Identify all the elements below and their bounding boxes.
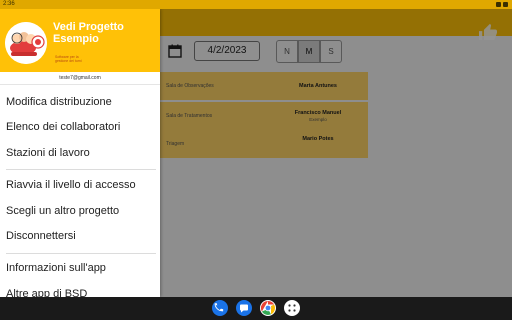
app-drawer-icon[interactable] xyxy=(284,300,300,316)
menu-item-collaborators-list[interactable]: Elenco dei collaboratori xyxy=(6,120,120,134)
menu-item-logout[interactable]: Disconnettersi xyxy=(6,229,76,243)
menu-item-other-apps[interactable]: Altre app di BSD xyxy=(6,287,87,297)
project-title: Vedi Progetto Esempio xyxy=(53,21,157,45)
battery-icon xyxy=(503,2,508,7)
tagline-line: gestione dei turni xyxy=(55,59,82,63)
system-taskbar xyxy=(0,297,512,320)
project-logo-icon xyxy=(5,22,47,64)
menu-item-restart-access-level[interactable]: Riavvia il livello di accesso xyxy=(6,178,136,192)
menu-item-app-info[interactable]: Informazioni sull'app xyxy=(6,261,106,275)
status-time: 2:36 xyxy=(3,1,15,7)
menu-divider xyxy=(6,253,156,254)
project-tagline: Software per la gestione dei turni xyxy=(55,55,82,63)
drawer-header: Vedi Progetto Esempio Software per la ge… xyxy=(0,9,160,72)
project-title-line: Vedi Progetto xyxy=(53,21,124,33)
menu-divider xyxy=(6,169,156,170)
chrome-icon[interactable] xyxy=(260,300,276,316)
drawer-scrim[interactable] xyxy=(160,9,512,297)
wifi-icon xyxy=(496,2,501,7)
menu-item-choose-project[interactable]: Scegli un altro progetto xyxy=(6,204,119,218)
menu-item-edit-distribution[interactable]: Modifica distribuzione xyxy=(6,95,112,109)
navigation-drawer: Vedi Progetto Esempio Software per la ge… xyxy=(0,9,160,297)
user-email: teste7@gmail.com xyxy=(0,72,160,85)
project-title-line: Esempio xyxy=(53,33,99,45)
phone-icon[interactable] xyxy=(212,300,228,316)
messages-icon[interactable] xyxy=(236,300,252,316)
status-bar: 2:36 xyxy=(0,0,512,9)
menu-item-workstations[interactable]: Stazioni di lavoro xyxy=(6,146,90,160)
status-icons xyxy=(496,2,508,7)
